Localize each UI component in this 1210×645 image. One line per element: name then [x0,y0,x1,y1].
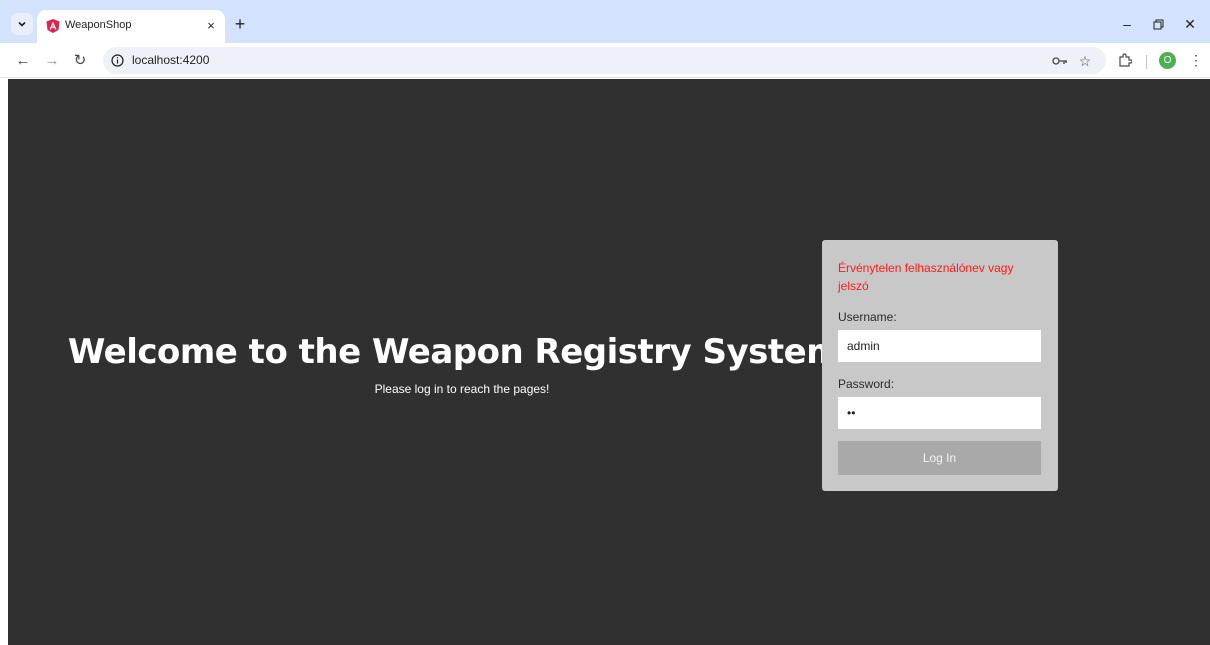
bookmark-star-icon[interactable]: ☆ [1076,52,1094,70]
browser-toolbar: ← → ↻ localhost:4200 ☆ O ⋮ [0,43,1210,78]
login-button[interactable]: Log In [838,441,1041,475]
site-info-icon[interactable] [109,52,126,69]
chevron-down-icon [18,21,26,27]
new-tab-icon[interactable]: + [230,14,250,34]
page-title: Welcome to the Weapon Registry System! [67,332,857,372]
login-error-message: Érvénytelen felhasználónev vagy jelszó [838,261,1014,293]
forward-icon[interactable]: → [41,49,63,71]
extensions-icon[interactable] [1115,50,1135,70]
welcome-section: Welcome to the Weapon Registry System! P… [8,332,916,396]
close-window-icon[interactable]: ✕ [1176,13,1204,35]
restore-icon[interactable] [1144,13,1172,35]
page-subtitle: Please log in to reach the pages! [374,382,550,396]
angular-logo-icon [46,19,60,33]
tab-search-button[interactable] [11,13,33,35]
menu-kebab-icon[interactable]: ⋮ [1186,50,1206,70]
tab-weaponshop[interactable]: WeaponShop × [37,10,225,43]
tab-title: WeaponShop [65,19,132,31]
username-input[interactable] [838,330,1041,362]
username-label: Username: [838,310,897,324]
url-text[interactable]: localhost:4200 [132,53,209,67]
tab-strip: WeaponShop × + – ✕ [0,0,1210,43]
login-card: Érvénytelen felhasználónev vagy jelszó U… [822,240,1058,491]
profile-avatar[interactable]: O [1159,52,1176,69]
address-bar[interactable]: localhost:4200 ☆ [103,47,1106,74]
password-key-icon[interactable] [1051,52,1069,70]
password-label: Password: [838,377,895,391]
toolbar-divider [1146,55,1147,69]
reload-icon[interactable]: ↻ [69,49,91,71]
tab-close-icon[interactable]: × [202,16,220,34]
minimize-icon[interactable]: – [1113,13,1141,35]
password-input[interactable] [838,397,1041,429]
back-icon[interactable]: ← [12,49,34,71]
page-content: Welcome to the Weapon Registry System! P… [8,79,1210,645]
